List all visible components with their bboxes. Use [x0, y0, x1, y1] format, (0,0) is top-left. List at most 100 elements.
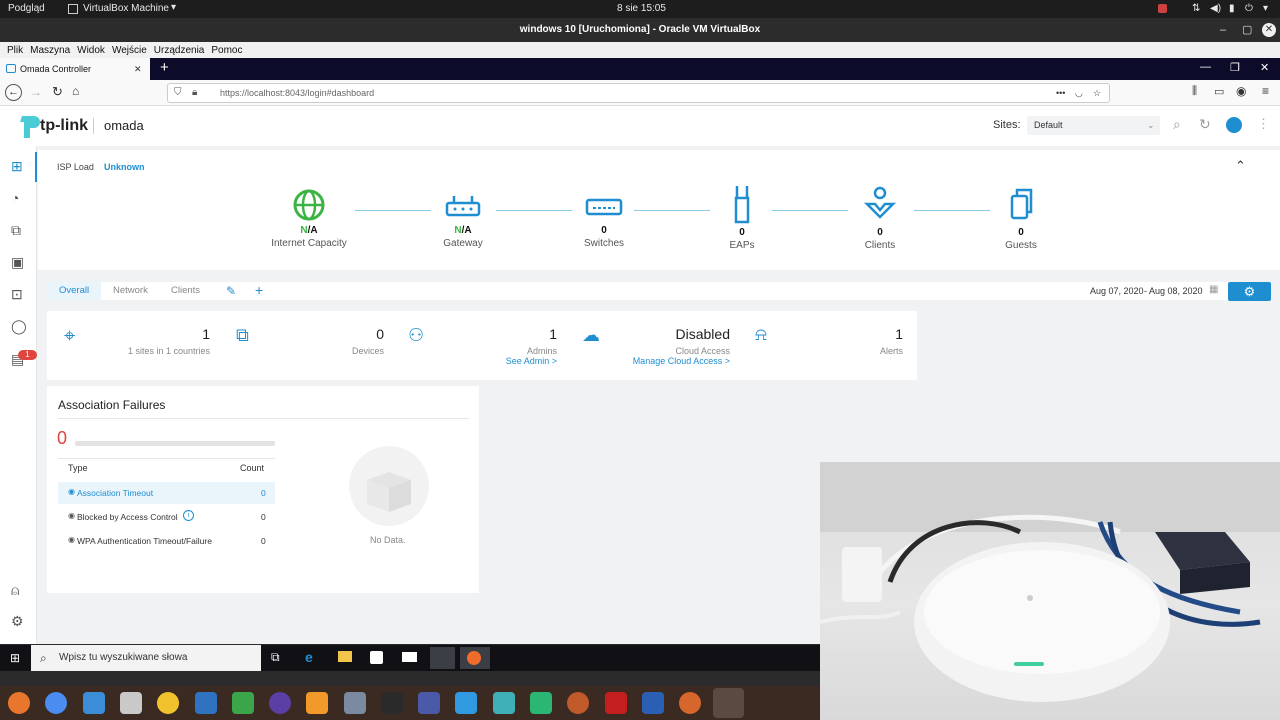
- mail-icon[interactable]: [402, 652, 417, 662]
- search-icon[interactable]: ⌕: [1173, 116, 1181, 133]
- library-icon[interactable]: ⫼: [1192, 85, 1197, 98]
- rhythmbox-dock-icon[interactable]: [157, 692, 179, 714]
- node-gateway[interactable]: N/A Gateway: [413, 188, 513, 249]
- menu-urzadzenia[interactable]: Urządzenia: [154, 45, 205, 56]
- url-bar[interactable]: ⛉ 🔒︎ https://localhost:8043/login#dashbo…: [167, 83, 1110, 103]
- table-row[interactable]: ◉ Association Timeout 0: [58, 482, 275, 504]
- maximize-button[interactable]: ▢: [1242, 18, 1252, 42]
- browser-minimize-button[interactable]: —: [1200, 61, 1211, 73]
- map-icon[interactable]: ⧉: [11, 222, 21, 239]
- thunderbird-dock-icon[interactable]: [83, 692, 105, 714]
- app-dock-icon[interactable]: [418, 692, 440, 714]
- new-tab-icon[interactable]: +: [160, 59, 169, 76]
- software-dock-icon[interactable]: [269, 692, 291, 714]
- more-icon[interactable]: •••: [1056, 84, 1065, 102]
- manage-cloud-link[interactable]: Manage Cloud Access >: [622, 356, 730, 366]
- calendar-icon[interactable]: ▦: [1209, 284, 1218, 295]
- table-row[interactable]: ◉ WPA Authentication Timeout/Failure 0: [58, 530, 275, 552]
- menu-icon[interactable]: ≡: [1262, 84, 1269, 98]
- files-dock-icon[interactable]: [120, 692, 142, 714]
- windows-search-box[interactable]: ⌕ Wpisz tu wyszukiwane słowa: [31, 645, 261, 671]
- clock[interactable]: 8 sie 15:05: [617, 3, 666, 14]
- edge-icon[interactable]: e: [305, 649, 313, 665]
- machine-menu[interactable]: VirtualBox Machine: [83, 3, 169, 14]
- power-icon[interactable]: ⏻: [1245, 3, 1253, 14]
- minimize-button[interactable]: –: [1220, 18, 1226, 42]
- writer-dock-icon[interactable]: [195, 692, 217, 714]
- close-tab-icon[interactable]: ✕: [134, 58, 142, 80]
- chevron-down-icon[interactable]: ▾: [171, 2, 176, 13]
- clients-icon[interactable]: ⊡: [11, 286, 23, 303]
- menu-pomoc[interactable]: Pomoc: [211, 45, 242, 56]
- close-button[interactable]: ✕: [1262, 23, 1276, 37]
- collapse-icon[interactable]: ⌃: [1235, 158, 1246, 174]
- store-icon[interactable]: [370, 651, 383, 664]
- settings-icon[interactable]: ⚙: [11, 613, 24, 630]
- app-dock-icon[interactable]: [530, 692, 552, 714]
- statistics-icon[interactable]: ◔: [11, 190, 19, 206]
- reload-icon[interactable]: ↻: [52, 84, 63, 100]
- battery-icon[interactable]: ▮: [1229, 3, 1235, 14]
- account-icon[interactable]: ◉: [1236, 84, 1246, 98]
- tab-clients[interactable]: Clients: [159, 282, 212, 300]
- editor-dock-icon[interactable]: [642, 692, 664, 714]
- menu-maszyna[interactable]: Maszyna: [30, 45, 70, 56]
- table-row[interactable]: ◉ Blocked by Access Control i 0: [58, 506, 275, 528]
- tab-overall[interactable]: Overall: [47, 282, 102, 300]
- show-apps-dock-icon[interactable]: [713, 688, 744, 718]
- date-to[interactable]: Aug 08, 2020: [1149, 286, 1203, 296]
- omada-taskbar-icon[interactable]: [430, 647, 455, 669]
- vbox-tray-icon[interactable]: [1158, 4, 1167, 13]
- bookmark-star-icon[interactable]: ☆: [1093, 84, 1101, 102]
- file-explorer-icon[interactable]: [338, 651, 352, 662]
- home-icon[interactable]: ⌂: [72, 84, 79, 98]
- app-dock-icon[interactable]: [567, 692, 589, 714]
- user-avatar[interactable]: [1226, 117, 1242, 133]
- lock-icon[interactable]: 🔒︎: [192, 84, 197, 102]
- chromium-dock-icon[interactable]: [45, 692, 67, 714]
- add-icon[interactable]: +: [255, 282, 263, 298]
- account-icon[interactable]: ⍝: [11, 582, 19, 599]
- app-dock-icon[interactable]: [344, 692, 366, 714]
- menu-plik[interactable]: Plik: [7, 45, 23, 56]
- firefox-dock-icon[interactable]: [8, 692, 30, 714]
- info-icon[interactable]: i: [183, 510, 194, 521]
- sidebar-item-dashboard[interactable]: ⊞: [0, 152, 37, 182]
- more-vertical-icon[interactable]: ⋮: [1257, 116, 1270, 132]
- edit-icon[interactable]: ✎: [226, 284, 236, 298]
- filezilla-dock-icon[interactable]: [605, 692, 627, 714]
- forward-icon[interactable]: →: [30, 85, 42, 99]
- back-icon[interactable]: ←: [5, 84, 22, 101]
- node-switches[interactable]: 0 Switches: [554, 188, 654, 249]
- node-eaps[interactable]: 0 EAPs: [692, 184, 792, 251]
- app-dock-icon[interactable]: [306, 692, 328, 714]
- date-from[interactable]: Aug 07, 2020: [1090, 286, 1144, 296]
- sites-select[interactable]: Default ⌄: [1027, 116, 1160, 135]
- see-admin-link[interactable]: See Admin >: [477, 356, 557, 366]
- pocket-icon[interactable]: ◡: [1075, 84, 1083, 102]
- terminal-dock-icon[interactable]: [381, 692, 403, 714]
- browser-close-button[interactable]: ✕: [1260, 61, 1269, 74]
- node-internet[interactable]: N/A Internet Capacity: [259, 188, 359, 249]
- task-view-icon[interactable]: ⧉: [271, 650, 280, 665]
- menu-wejscie[interactable]: Wejście: [112, 45, 147, 56]
- windows-start-icon[interactable]: ⊞: [10, 651, 20, 665]
- browser-tab[interactable]: Omada Controller ✕: [0, 58, 150, 80]
- dashboard-settings-button[interactable]: ⚙: [1228, 282, 1271, 301]
- menu-widok[interactable]: Widok: [77, 45, 105, 56]
- node-guests[interactable]: 0 Guests: [971, 186, 1071, 251]
- sidebar-icon[interactable]: ▭: [1214, 85, 1224, 98]
- calendar-dock-icon[interactable]: [493, 692, 515, 714]
- shield-icon[interactable]: ⛉: [174, 84, 182, 102]
- network-icon[interactable]: ⇅: [1192, 3, 1200, 14]
- node-clients[interactable]: 0 Clients: [830, 186, 930, 251]
- active-app-label[interactable]: Podgląd: [8, 3, 45, 14]
- app-dock-icon[interactable]: [679, 692, 701, 714]
- volume-icon[interactable]: ◀): [1210, 3, 1221, 14]
- insight-icon[interactable]: ◯: [11, 318, 27, 335]
- chevron-down-icon[interactable]: ▾: [1263, 3, 1268, 14]
- refresh-icon[interactable]: ↻: [1199, 116, 1211, 133]
- system-monitor-dock-icon[interactable]: [455, 692, 477, 714]
- devices-icon[interactable]: ▣: [11, 254, 24, 271]
- calc-dock-icon[interactable]: [232, 692, 254, 714]
